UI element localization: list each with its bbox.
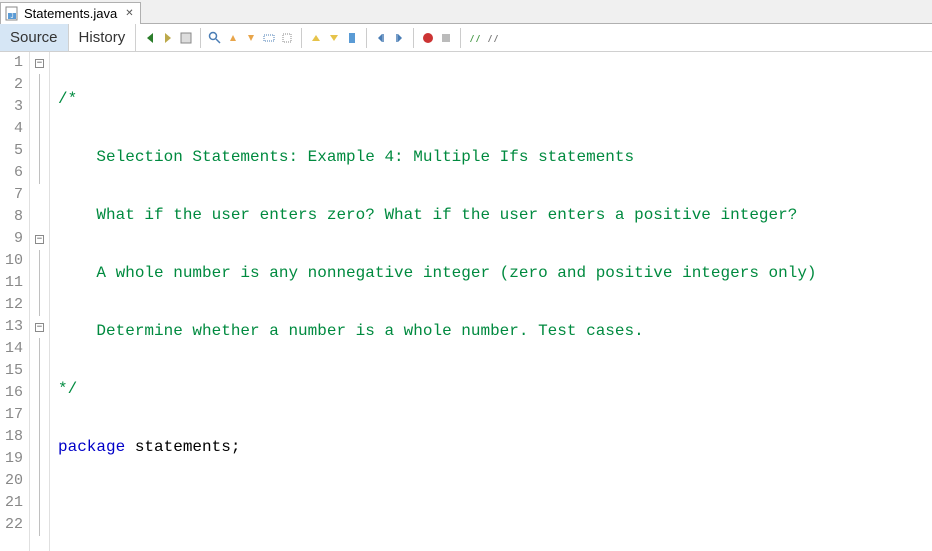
fold-guide: [39, 96, 40, 118]
line-number: 8: [0, 206, 23, 228]
fold-guide: [39, 492, 40, 514]
nav-back-icon[interactable]: [142, 30, 158, 46]
fold-guide: [39, 162, 40, 184]
fold-column: − − −: [30, 52, 50, 551]
line-number: 2: [0, 74, 23, 96]
line-number: 21: [0, 492, 23, 514]
shift-left-icon[interactable]: [373, 30, 389, 46]
svg-text:J: J: [11, 14, 14, 20]
fold-guide: [39, 514, 40, 536]
fold-guide: [39, 294, 40, 316]
fold-guide: [39, 404, 40, 426]
line-number: 11: [0, 272, 23, 294]
toggle-highlight-icon[interactable]: [261, 30, 277, 46]
line-number: 14: [0, 338, 23, 360]
stop-macro-icon[interactable]: [438, 30, 454, 46]
line-number-gutter: 12345678910111213141516171819202122: [0, 52, 30, 551]
line-number: 7: [0, 184, 23, 206]
find-prev-icon[interactable]: [225, 30, 241, 46]
line-number: 12: [0, 294, 23, 316]
select-in-icon[interactable]: [178, 30, 194, 46]
fold-guide: [39, 360, 40, 382]
toggle-rect-select-icon[interactable]: [279, 30, 295, 46]
line-number: 5: [0, 140, 23, 162]
java-file-icon: J: [5, 6, 20, 21]
start-macro-icon[interactable]: [420, 30, 436, 46]
line-number: 22: [0, 514, 23, 536]
line-number: 10: [0, 250, 23, 272]
nav-forward-icon[interactable]: [160, 30, 176, 46]
file-tab[interactable]: J Statements.java ✕: [0, 2, 141, 24]
line-number: 4: [0, 118, 23, 140]
toolbar: [136, 28, 501, 48]
code-area[interactable]: /* Selection Statements: Example 4: Mult…: [50, 52, 932, 551]
fold-guide: [39, 448, 40, 470]
shift-right-icon[interactable]: [391, 30, 407, 46]
line-number: 20: [0, 470, 23, 492]
fold-guide: [39, 74, 40, 96]
fold-guide: [39, 382, 40, 404]
line-number: 9: [0, 228, 23, 250]
line-number: 17: [0, 404, 23, 426]
uncomment-icon[interactable]: [485, 30, 501, 46]
fold-guide: [39, 140, 40, 162]
close-icon[interactable]: ✕: [125, 8, 133, 19]
fold-guide: [39, 426, 40, 448]
fold-toggle-icon[interactable]: −: [35, 235, 44, 244]
file-tab-title: Statements.java: [24, 6, 117, 21]
line-number: 18: [0, 426, 23, 448]
file-tab-bar: J Statements.java ✕: [0, 0, 932, 24]
fold-guide: [39, 470, 40, 492]
fold-guide: [39, 272, 40, 294]
fold-toggle-icon[interactable]: −: [35, 323, 44, 332]
fold-guide: [39, 250, 40, 272]
line-number: 16: [0, 382, 23, 404]
line-number: 3: [0, 96, 23, 118]
line-number: 19: [0, 448, 23, 470]
find-next-icon[interactable]: [243, 30, 259, 46]
next-bookmark-icon[interactable]: [326, 30, 342, 46]
line-number: 1: [0, 52, 23, 74]
tab-source[interactable]: Source: [0, 24, 69, 51]
subtab-row: Source History: [0, 24, 932, 52]
comment-icon[interactable]: [467, 30, 483, 46]
fold-toggle-icon[interactable]: −: [35, 59, 44, 68]
prev-bookmark-icon[interactable]: [308, 30, 324, 46]
line-number: 13: [0, 316, 23, 338]
tab-history[interactable]: History: [69, 24, 137, 51]
editor-area: 12345678910111213141516171819202122 −−− …: [0, 52, 932, 551]
fold-guide: [39, 338, 40, 360]
find-selection-icon[interactable]: [207, 30, 223, 46]
toggle-bookmark-icon[interactable]: [344, 30, 360, 46]
line-number: 6: [0, 162, 23, 184]
fold-guide: [39, 118, 40, 140]
line-number: 15: [0, 360, 23, 382]
